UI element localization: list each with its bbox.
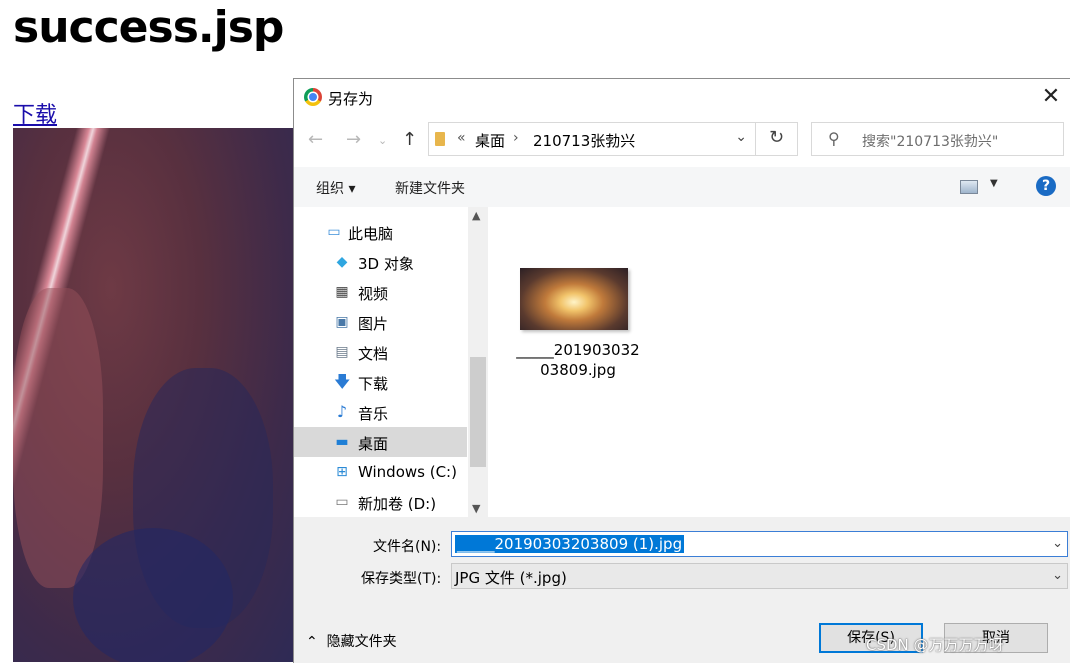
nav-item-3d-objects[interactable]: ◆ 3D 对象	[294, 247, 467, 277]
breadcrumb-desktop[interactable]: 桌面	[475, 130, 505, 151]
drive-icon: ▭	[335, 494, 349, 510]
music-note-icon: ♪	[336, 402, 348, 421]
help-icon[interactable]: ?	[1036, 176, 1056, 196]
nav-item-documents[interactable]: ▤ 文档	[294, 337, 467, 367]
nav-item-desktop[interactable]: ▬ 桌面	[294, 427, 467, 457]
search-placeholder: 搜索"210713张勃兴"	[862, 134, 999, 150]
filetype-value: JPG 文件 (*.jpg)	[455, 569, 567, 587]
filetype-select[interactable]: JPG 文件 (*.jpg) ⌄	[451, 563, 1068, 589]
search-box[interactable]: ⚲ 搜索"210713张勃兴"	[811, 122, 1064, 156]
chevron-up-icon: ⌃	[306, 634, 318, 650]
filename-dropdown-icon[interactable]: ⌄	[1052, 536, 1063, 551]
nav-item-this-pc[interactable]: ▭ 此电脑	[294, 217, 467, 247]
new-folder-button[interactable]: 新建文件夹	[395, 178, 465, 198]
windows-drive-icon: ⊞	[336, 464, 348, 480]
page-title: success.jsp	[13, 2, 284, 53]
recent-dropdown-icon[interactable]: ⌄	[378, 134, 387, 147]
file-item-label[interactable]: _____201903032 03809.jpg	[508, 340, 648, 380]
refresh-icon[interactable]: ↻	[755, 122, 797, 156]
forward-arrow-icon[interactable]: →	[346, 129, 361, 150]
breadcrumb-overflow[interactable]: «	[457, 130, 466, 146]
filetype-dropdown-icon[interactable]: ⌄	[1052, 568, 1063, 583]
picture-icon: ▣	[335, 314, 349, 330]
navigation-pane: ▭ 此电脑 ◆ 3D 对象 ▦ 视频 ▣ 图片 ▤ 文档 🡇 下载 ♪ 音乐 ▬	[294, 207, 468, 517]
dialog-titlebar: 另存为 ✕	[294, 79, 1070, 117]
film-icon: ▦	[335, 284, 349, 300]
navigation-bar: ← → ⌄ ↑ « 桌面 › 210713张勃兴 ⌄ ↻ ⚲ 搜索"210713…	[294, 117, 1070, 165]
nav-item-videos[interactable]: ▦ 视频	[294, 277, 467, 307]
nav-item-drive-d[interactable]: ▭ 新加卷 (D:)	[294, 487, 467, 517]
breadcrumb-folder[interactable]: 210713张勃兴	[533, 130, 635, 151]
hide-folders-toggle[interactable]: ⌃ 隐藏文件夹	[306, 631, 397, 651]
address-bar[interactable]: « 桌面 › 210713张勃兴 ⌄ ↻	[428, 122, 798, 156]
folder-icon	[435, 132, 445, 146]
nav-item-music[interactable]: ♪ 音乐	[294, 397, 467, 427]
scroll-up-icon[interactable]: ▲	[472, 209, 480, 222]
document-icon: ▤	[335, 344, 349, 360]
nav-item-pictures[interactable]: ▣ 图片	[294, 307, 467, 337]
nav-item-downloads[interactable]: 🡇 下载	[294, 367, 467, 397]
computer-icon: ▭	[327, 224, 341, 240]
dialog-toolbar: 组织 ▾ 新建文件夹 ▼ ?	[294, 167, 1070, 207]
view-mode-icon[interactable]	[960, 180, 978, 194]
cube-icon: ◆	[336, 254, 348, 270]
save-as-dialog: 另存为 ✕ ← → ⌄ ↑ « 桌面 › 210713张勃兴 ⌄ ↻ ⚲ 搜索"…	[293, 78, 1070, 663]
page-image	[13, 128, 293, 662]
view-dropdown-icon[interactable]: ▼	[990, 178, 998, 189]
organize-menu[interactable]: 组织 ▾	[316, 178, 355, 198]
nav-item-windows-c[interactable]: ⊞ Windows (C:)	[294, 457, 467, 487]
address-dropdown-icon[interactable]: ⌄	[735, 129, 747, 145]
breadcrumb-separator: ›	[513, 130, 519, 146]
chrome-icon	[304, 88, 322, 106]
scroll-down-icon[interactable]: ▼	[472, 502, 480, 515]
search-icon: ⚲	[828, 129, 840, 148]
filename-input[interactable]: _____20190303203809 (1).jpg ⌄	[451, 531, 1068, 557]
file-thumbnail[interactable]	[520, 268, 628, 330]
up-arrow-icon[interactable]: ↑	[402, 129, 417, 150]
dialog-title: 另存为	[328, 90, 374, 108]
back-arrow-icon[interactable]: ←	[308, 129, 323, 150]
file-list: _____201903032 03809.jpg	[488, 207, 1070, 517]
scrollbar-thumb[interactable]	[470, 357, 486, 467]
download-arrow-icon: 🡇	[334, 372, 351, 391]
filename-label: 文件名(N):	[373, 539, 442, 555]
watermark: CSDN @万万万万呀	[866, 636, 1004, 654]
desktop-icon: ▬	[335, 434, 349, 450]
filetype-label: 保存类型(T):	[361, 571, 442, 587]
filename-value: _____20190303203809 (1).jpg	[455, 535, 685, 553]
download-link[interactable]: 下载	[13, 97, 57, 129]
close-button[interactable]: ✕	[1039, 85, 1063, 109]
nav-pane-scrollbar[interactable]: ▲ ▼	[468, 207, 488, 517]
